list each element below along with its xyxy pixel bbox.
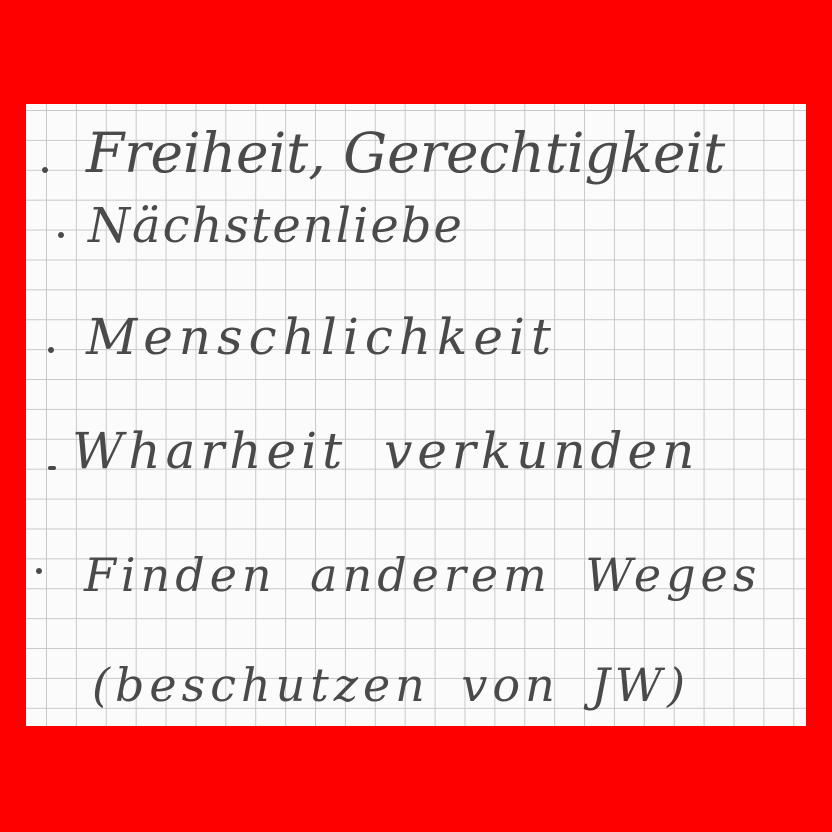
note-text: Wharheit verkunden	[72, 422, 700, 480]
note-text: (beschutzen von JW)	[92, 658, 691, 712]
bullet-dot	[58, 232, 64, 238]
bullet-dot	[48, 347, 54, 353]
bullet-dot	[42, 167, 48, 173]
bullet-dash	[48, 466, 56, 470]
bullet-dot	[36, 568, 42, 574]
note-text: Finden anderem Weges	[84, 548, 762, 602]
note-text: Menschlichkeit	[86, 308, 558, 366]
grid-paper-sheet: Freiheit, Gerechtigkeit Nächstenliebe Me…	[26, 104, 806, 726]
note-text: Freiheit, Gerechtigkeit	[86, 121, 726, 185]
note-text: Nächstenliebe	[88, 198, 464, 254]
